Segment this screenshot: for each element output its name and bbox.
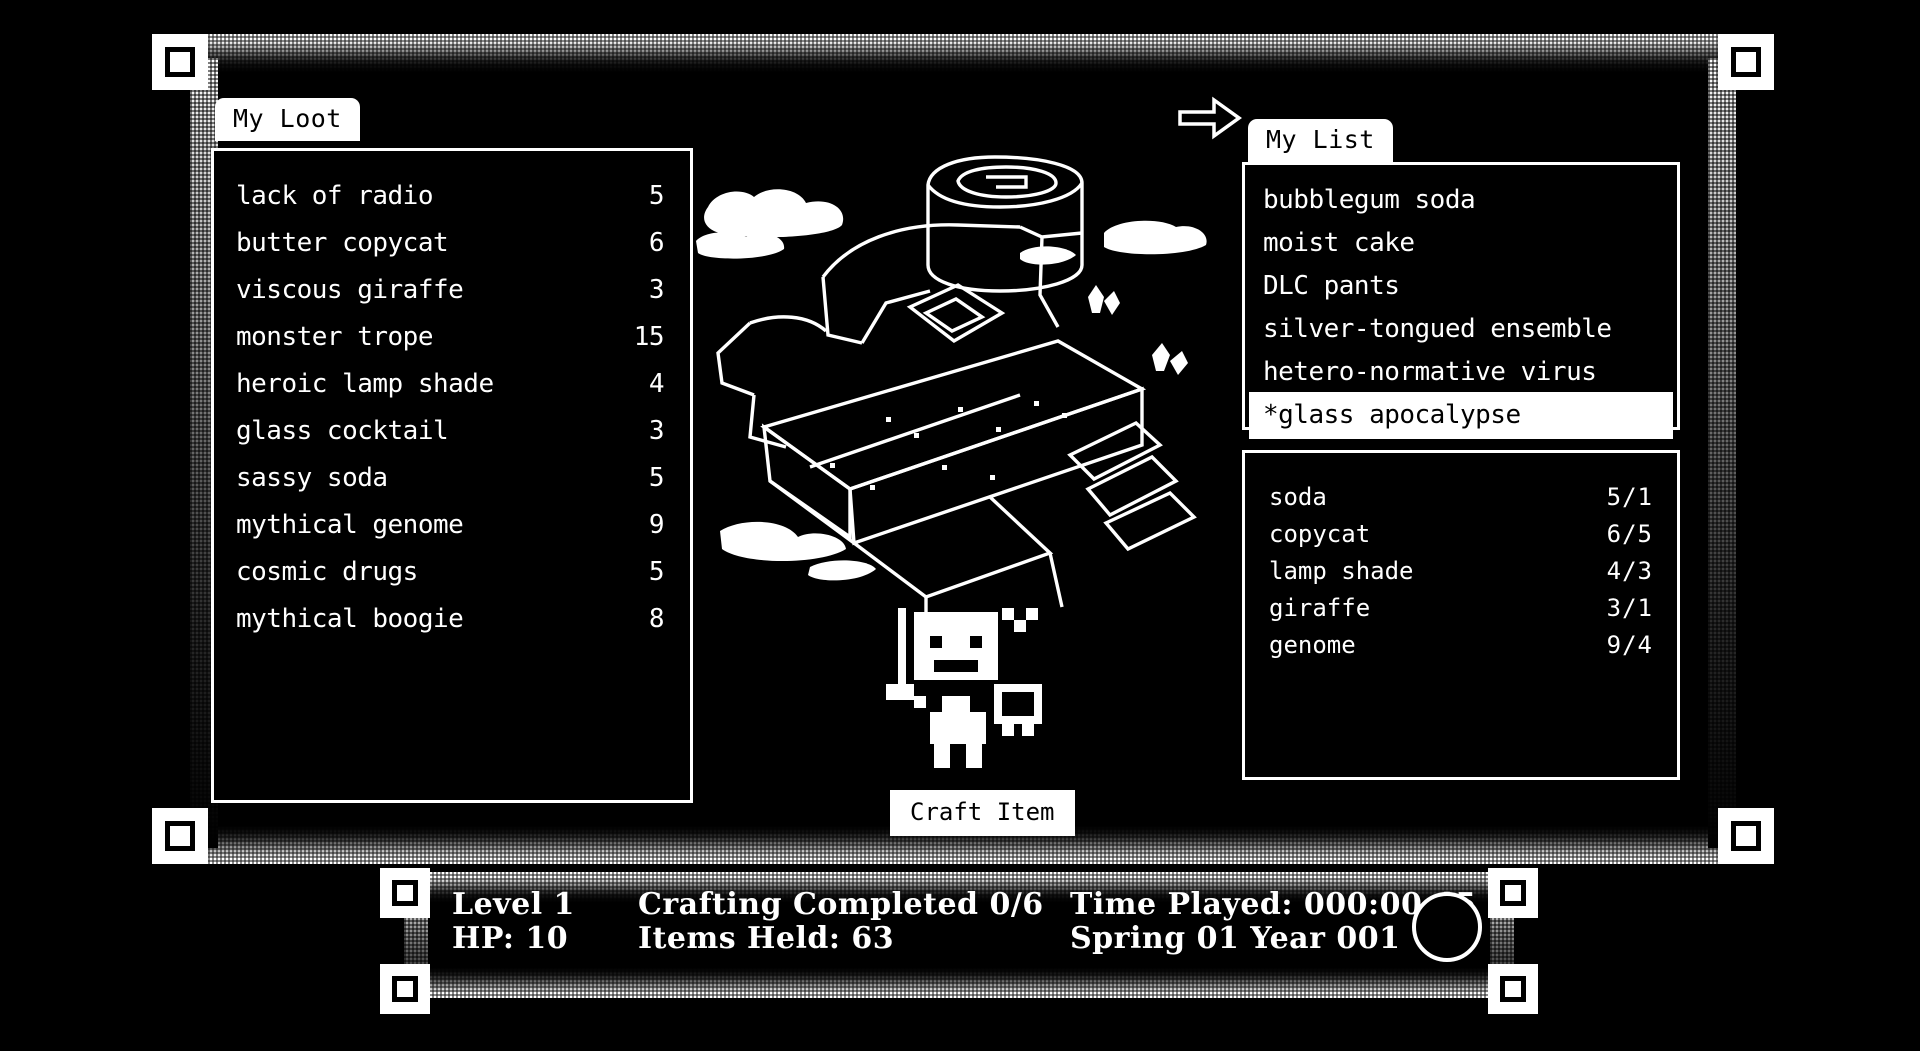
anvil-illustration bbox=[690, 145, 1210, 615]
recipe-row: lamp shade 4/3 bbox=[1269, 553, 1653, 590]
craft-item-button[interactable]: Craft Item bbox=[890, 790, 1075, 836]
status-items-held: Items Held: 63 bbox=[638, 922, 1044, 956]
loot-item-qty: 3 bbox=[649, 416, 664, 446]
loot-row[interactable]: viscous giraffe 3 bbox=[236, 267, 664, 314]
frame-corner-bottom-left bbox=[152, 808, 208, 864]
recipe-ingredient-name: copycat bbox=[1269, 522, 1370, 546]
loot-row[interactable]: mythical boogie 8 bbox=[236, 596, 664, 643]
recipe-ingredients-panel: soda 5/1 copycat 6/5 lamp shade 4/3 giraffe 3/1… bbox=[1242, 450, 1680, 780]
arrow-right-icon bbox=[1178, 96, 1242, 140]
loot-item-name: monster trope bbox=[236, 322, 433, 352]
loot-item-qty: 4 bbox=[649, 369, 664, 399]
loot-item-qty: 6 bbox=[649, 228, 664, 258]
status-player-stats: Level 1 HP: 10 bbox=[452, 888, 575, 955]
loot-item-name: mythical genome bbox=[236, 510, 463, 540]
frame-corner-top-right bbox=[1718, 34, 1774, 90]
recipe-ingredient-list: soda 5/1 copycat 6/5 lamp shade 4/3 giraffe 3/1… bbox=[1245, 453, 1677, 664]
craft-list-item[interactable]: moist cake bbox=[1251, 222, 1671, 265]
recipe-ingredient-name: giraffe bbox=[1269, 596, 1370, 620]
status-crafting-completed: Crafting Completed 0/6 bbox=[638, 888, 1044, 922]
recipe-ingredient-ratio: 4/3 bbox=[1607, 559, 1653, 583]
recipe-row: soda 5/1 bbox=[1269, 479, 1653, 516]
frame-corner-bottom-right bbox=[1718, 808, 1774, 864]
status-corner-bottom-left bbox=[380, 964, 430, 1014]
loot-row[interactable]: monster trope 15 bbox=[236, 314, 664, 361]
loot-row[interactable]: sassy soda 5 bbox=[236, 455, 664, 502]
loot-row[interactable]: cosmic drugs 5 bbox=[236, 549, 664, 596]
loot-row[interactable]: mythical genome 9 bbox=[236, 502, 664, 549]
status-progress: Crafting Completed 0/6 Items Held: 63 bbox=[638, 888, 1044, 955]
tab-my-loot-label: My Loot bbox=[233, 104, 342, 133]
loot-item-qty: 3 bbox=[649, 275, 664, 305]
loot-item-name: viscous giraffe bbox=[236, 275, 463, 305]
frame-corner-top-left bbox=[152, 34, 208, 90]
loot-item-name: heroic lamp shade bbox=[236, 369, 494, 399]
tab-my-list[interactable]: My List bbox=[1248, 119, 1393, 162]
loot-item-name: glass cocktail bbox=[236, 416, 448, 446]
loot-row[interactable]: heroic lamp shade 4 bbox=[236, 361, 664, 408]
craft-list[interactable]: bubblegum sodamoist cakeDLC pantssilver-… bbox=[1245, 165, 1677, 437]
loot-item-name: lack of radio bbox=[236, 181, 433, 211]
loot-item-name: cosmic drugs bbox=[236, 557, 418, 587]
recipe-ingredient-name: soda bbox=[1269, 485, 1327, 509]
craft-item-button-label: Craft Item bbox=[910, 798, 1055, 826]
craft-list-item-selected[interactable]: *glass apocalypse bbox=[1251, 394, 1671, 437]
loot-list[interactable]: lack of radio 5 butter copycat 6 viscous gir… bbox=[214, 151, 690, 643]
loot-item-qty: 15 bbox=[634, 322, 664, 352]
loot-item-qty: 5 bbox=[649, 181, 664, 211]
loot-row[interactable]: lack of radio 5 bbox=[236, 173, 664, 220]
recipe-ingredient-ratio: 3/1 bbox=[1607, 596, 1653, 620]
frame-bar-top bbox=[152, 34, 1774, 72]
tab-my-list-label: My List bbox=[1266, 125, 1375, 154]
craft-list-panel: bubblegum sodamoist cakeDLC pantssilver-… bbox=[1242, 162, 1680, 430]
craft-list-item[interactable]: DLC pants bbox=[1251, 265, 1671, 308]
recipe-ingredient-name: genome bbox=[1269, 633, 1356, 657]
status-corner-top-left bbox=[380, 868, 430, 918]
craft-list-item[interactable]: silver-tongued ensemble bbox=[1251, 308, 1671, 351]
status-hp: HP: 10 bbox=[452, 922, 575, 956]
tab-my-loot[interactable]: My Loot bbox=[215, 98, 360, 141]
recipe-ingredient-ratio: 5/1 bbox=[1607, 485, 1653, 509]
recipe-ingredient-ratio: 9/4 bbox=[1607, 633, 1653, 657]
loot-item-qty: 9 bbox=[649, 510, 664, 540]
game-screen: My Loot lack of radio 5 butter copycat 6 vis… bbox=[0, 0, 1920, 1051]
status-moon-orb-icon bbox=[1412, 892, 1482, 962]
craft-list-item[interactable]: hetero-normative virus bbox=[1251, 351, 1671, 394]
recipe-row: copycat 6/5 bbox=[1269, 516, 1653, 553]
loot-panel: lack of radio 5 butter copycat 6 viscous gir… bbox=[211, 148, 693, 803]
loot-item-name: sassy soda bbox=[236, 463, 388, 493]
recipe-ingredient-ratio: 6/5 bbox=[1607, 522, 1653, 546]
player-character-sprite bbox=[878, 608, 1058, 776]
loot-row[interactable]: glass cocktail 3 bbox=[236, 408, 664, 455]
status-corner-top-right bbox=[1488, 868, 1538, 918]
loot-item-name: butter copycat bbox=[236, 228, 448, 258]
recipe-ingredient-name: lamp shade bbox=[1269, 559, 1414, 583]
status-corner-bottom-right bbox=[1488, 964, 1538, 1014]
loot-item-qty: 5 bbox=[649, 557, 664, 587]
recipe-row: genome 9/4 bbox=[1269, 627, 1653, 664]
loot-item-name: mythical boogie bbox=[236, 604, 463, 634]
loot-item-qty: 8 bbox=[649, 604, 664, 634]
status-bar-bottom-rail bbox=[380, 968, 1538, 998]
recipe-row: giraffe 3/1 bbox=[1269, 590, 1653, 627]
loot-row[interactable]: butter copycat 6 bbox=[236, 220, 664, 267]
craft-list-item[interactable]: bubblegum soda bbox=[1251, 179, 1671, 222]
loot-item-qty: 5 bbox=[649, 463, 664, 493]
frame-rail-right bbox=[1708, 58, 1736, 848]
status-level: Level 1 bbox=[452, 888, 575, 922]
